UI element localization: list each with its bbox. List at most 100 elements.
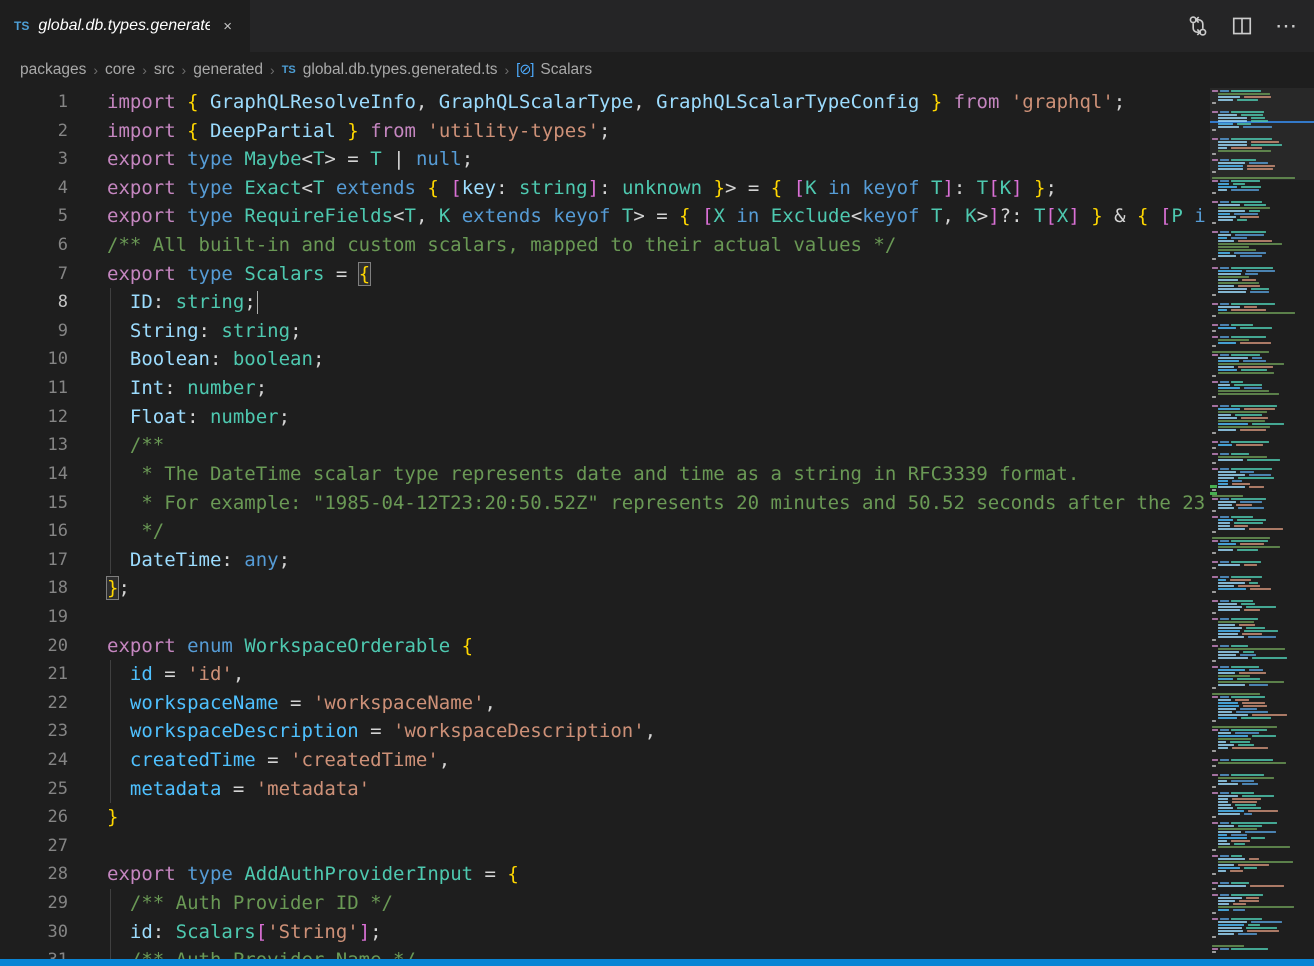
line-content[interactable]: export type Exact<T extends { [key: stri… — [88, 174, 1205, 203]
line-content[interactable]: export type RequireFields<T, K extends k… — [88, 202, 1205, 231]
line-content[interactable]: import { DeepPartial } from 'utility-typ… — [88, 117, 1205, 146]
split-editor-icon[interactable] — [1231, 15, 1253, 37]
line-number[interactable]: 3 — [0, 145, 88, 174]
line-content[interactable]: String: string; — [88, 317, 1205, 346]
code-line[interactable]: 24 createdTime = 'createdTime', — [0, 746, 1205, 775]
breadcrumb-item-symbol[interactable]: Scalars — [540, 61, 592, 79]
line-number[interactable]: 9 — [0, 317, 88, 346]
code-line[interactable]: 11 Int: number; — [0, 374, 1205, 403]
line-number[interactable]: 21 — [0, 660, 88, 689]
line-content[interactable]: /** — [88, 431, 1205, 460]
line-content[interactable]: */ — [88, 517, 1205, 546]
code-line[interactable]: 26} — [0, 803, 1205, 832]
line-number[interactable]: 1 — [0, 88, 88, 117]
line-number[interactable]: 2 — [0, 117, 88, 146]
code-line[interactable]: 2import { DeepPartial } from 'utility-ty… — [0, 117, 1205, 146]
line-number[interactable]: 18 — [0, 574, 88, 603]
line-content[interactable]: DateTime: any; — [88, 546, 1205, 575]
line-content[interactable]: workspaceDescription = 'workspaceDescrip… — [88, 717, 1205, 746]
code-line[interactable]: 7export type Scalars = { — [0, 260, 1205, 289]
line-number[interactable]: 30 — [0, 918, 88, 947]
code-line[interactable]: 9 String: string; — [0, 317, 1205, 346]
line-number[interactable]: 24 — [0, 746, 88, 775]
line-content[interactable]: Boolean: boolean; — [88, 345, 1205, 374]
code-lines[interactable]: 1import { GraphQLResolveInfo, GraphQLSca… — [0, 88, 1205, 959]
line-content[interactable]: /** Auth Provider ID */ — [88, 889, 1205, 918]
line-number[interactable]: 4 — [0, 174, 88, 203]
breadcrumb-item-core[interactable]: core — [105, 61, 135, 79]
more-actions-icon[interactable]: ⋯ — [1275, 21, 1298, 31]
line-content[interactable]: * The DateTime scalar type represents da… — [88, 460, 1205, 489]
line-content[interactable]: metadata = 'metadata' — [88, 775, 1205, 804]
line-number[interactable]: 13 — [0, 431, 88, 460]
line-number[interactable]: 19 — [0, 603, 88, 632]
line-number[interactable]: 25 — [0, 775, 88, 804]
line-content[interactable]: * For example: "1985-04-12T23:20:50.52Z"… — [88, 489, 1205, 518]
code-line[interactable]: 6/** All built-in and custom scalars, ma… — [0, 231, 1205, 260]
line-content[interactable] — [88, 603, 1205, 632]
breadcrumb-item-src[interactable]: src — [154, 61, 175, 79]
line-content[interactable]: /** All built-in and custom scalars, map… — [88, 231, 1205, 260]
code-line[interactable]: 29 /** Auth Provider ID */ — [0, 889, 1205, 918]
code-line[interactable]: 5export type RequireFields<T, K extends … — [0, 202, 1205, 231]
code-line[interactable]: 12 Float: number; — [0, 403, 1205, 432]
line-number[interactable]: 10 — [0, 345, 88, 374]
line-content[interactable]: createdTime = 'createdTime', — [88, 746, 1205, 775]
code-line[interactable]: 20export enum WorkspaceOrderable { — [0, 632, 1205, 661]
line-number[interactable]: 16 — [0, 517, 88, 546]
line-content[interactable]: import { GraphQLResolveInfo, GraphQLScal… — [88, 88, 1205, 117]
line-number[interactable]: 29 — [0, 889, 88, 918]
code-line[interactable]: 30 id: Scalars['String']; — [0, 918, 1205, 947]
code-line[interactable]: 8 ID: string; — [0, 288, 1205, 317]
line-number[interactable]: 31 — [0, 946, 88, 959]
line-number[interactable]: 22 — [0, 689, 88, 718]
line-number[interactable]: 5 — [0, 202, 88, 231]
code-line[interactable]: 1import { GraphQLResolveInfo, GraphQLSca… — [0, 88, 1205, 117]
code-line[interactable]: 25 metadata = 'metadata' — [0, 775, 1205, 804]
line-number[interactable]: 27 — [0, 832, 88, 861]
line-content[interactable]: export type Scalars = { — [88, 260, 1205, 289]
code-line[interactable]: 15 * For example: "1985-04-12T23:20:50.5… — [0, 489, 1205, 518]
line-content[interactable]: }; — [88, 574, 1205, 603]
line-number[interactable]: 7 — [0, 260, 88, 289]
line-content[interactable]: export type Maybe<T> = T | null; — [88, 145, 1205, 174]
open-changes-icon[interactable] — [1187, 15, 1209, 37]
line-number[interactable]: 15 — [0, 489, 88, 518]
status-bar[interactable] — [0, 959, 1314, 966]
code-line[interactable]: 13 /** — [0, 431, 1205, 460]
code-line[interactable]: 18}; — [0, 574, 1205, 603]
code-line[interactable]: 16 */ — [0, 517, 1205, 546]
breadcrumb-item-packages[interactable]: packages — [20, 61, 86, 79]
line-content[interactable]: id: Scalars['String']; — [88, 918, 1205, 947]
code-line[interactable]: 21 id = 'id', — [0, 660, 1205, 689]
code-line[interactable]: 3export type Maybe<T> = T | null; — [0, 145, 1205, 174]
code-line[interactable]: 31 /** Auth Provider Name */ — [0, 946, 1205, 959]
line-number[interactable]: 6 — [0, 231, 88, 260]
line-number[interactable]: 11 — [0, 374, 88, 403]
line-content[interactable]: id = 'id', — [88, 660, 1205, 689]
line-number[interactable]: 8 — [0, 288, 88, 317]
code-line[interactable]: 27 — [0, 832, 1205, 861]
line-content[interactable]: workspaceName = 'workspaceName', — [88, 689, 1205, 718]
line-number[interactable]: 23 — [0, 717, 88, 746]
line-number[interactable]: 28 — [0, 860, 88, 889]
code-line[interactable]: 28export type AddAuthProviderInput = { — [0, 860, 1205, 889]
close-tab-icon[interactable]: × — [219, 16, 236, 37]
line-content[interactable]: export type AddAuthProviderInput = { — [88, 860, 1205, 889]
line-content[interactable]: /** Auth Provider Name */ — [88, 946, 1205, 959]
line-number[interactable]: 14 — [0, 460, 88, 489]
code-line[interactable]: 10 Boolean: boolean; — [0, 345, 1205, 374]
line-number[interactable]: 17 — [0, 546, 88, 575]
code-line[interactable]: 19 — [0, 603, 1205, 632]
line-number[interactable]: 20 — [0, 632, 88, 661]
line-content[interactable]: } — [88, 803, 1205, 832]
breadcrumb-item-generated[interactable]: generated — [193, 61, 263, 79]
code-line[interactable]: 14 * The DateTime scalar type represents… — [0, 460, 1205, 489]
code-line[interactable]: 23 workspaceDescription = 'workspaceDesc… — [0, 717, 1205, 746]
code-line[interactable]: 17 DateTime: any; — [0, 546, 1205, 575]
line-number[interactable]: 26 — [0, 803, 88, 832]
code-line[interactable]: 22 workspaceName = 'workspaceName', — [0, 689, 1205, 718]
line-number[interactable]: 12 — [0, 403, 88, 432]
breadcrumb-item-file[interactable]: global.db.types.generated.ts — [303, 61, 498, 79]
code-line[interactable]: 4export type Exact<T extends { [key: str… — [0, 174, 1205, 203]
